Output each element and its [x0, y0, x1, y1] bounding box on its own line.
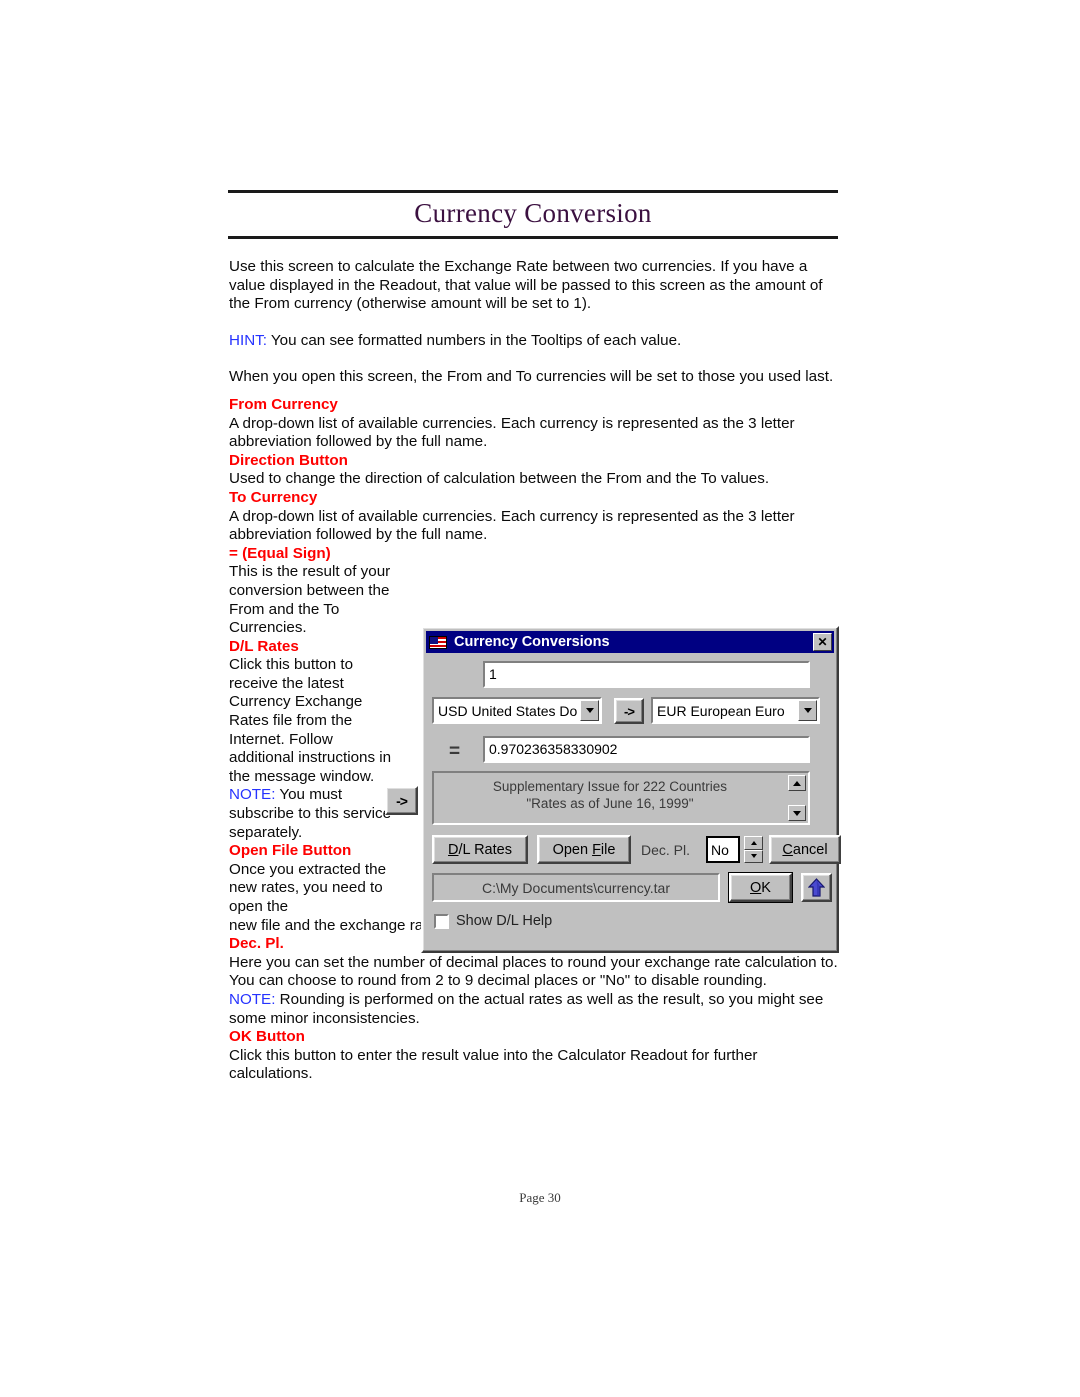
- term-from-currency: From Currency: [229, 395, 338, 413]
- hint-text: You can see formatted numbers in the Too…: [266, 331, 682, 349]
- up-arrow-icon: [808, 877, 825, 897]
- note-text-dec: Rounding is performed on the actual rate…: [229, 990, 824, 1027]
- term-direction-button-text: Used to change the direction of calculat…: [229, 470, 770, 488]
- us-flag-icon: [429, 635, 447, 649]
- open-file-button[interactable]: Open File: [537, 835, 631, 864]
- spinner-up-icon[interactable]: [744, 836, 763, 850]
- dec-pl-input[interactable]: No: [706, 836, 740, 863]
- show-dl-help-row[interactable]: Show D/L Help: [434, 913, 552, 929]
- note-label-dec: NOTE:: [229, 990, 276, 1008]
- currency-conversions-dialog: Currency Conversions ✕ 1 USD United Stat…: [421, 626, 841, 953]
- scroll-up-icon[interactable]: [788, 775, 806, 791]
- dec-pl-label: Dec. Pl.: [641, 842, 691, 858]
- page-title: Currency Conversion: [414, 198, 652, 228]
- ok-label: K: [761, 879, 771, 896]
- up-arrow-button[interactable]: [801, 873, 832, 902]
- page-footer: Page 30: [519, 1190, 561, 1205]
- open-screen-paragraph: When you open this screen, the From and …: [229, 368, 834, 386]
- term-dec-pl-text: Here you can set the number of decimal p…: [229, 953, 838, 990]
- ok-button[interactable]: OK: [728, 872, 793, 903]
- to-currency-value: EUR European Euro: [657, 702, 785, 719]
- term-equal-sign: = (Equal Sign): [229, 544, 331, 562]
- open-file-label-rest: ile: [600, 841, 616, 858]
- message-window[interactable]: Supplementary Issue for 222 Countries "R…: [432, 771, 810, 825]
- currency-row: USD United States Do -> EUR European Eur…: [432, 697, 832, 726]
- scroll-down-icon[interactable]: [788, 805, 806, 821]
- page-title-block: Currency Conversion: [228, 190, 838, 240]
- dialog-title: Currency Conversions: [454, 634, 610, 650]
- term-ok-button: OK Button: [229, 1028, 305, 1046]
- hint-paragraph: HINT: You can see formatted numbers in t…: [229, 332, 841, 351]
- dec-pl-spinner[interactable]: [744, 836, 763, 863]
- result-output[interactable]: 0.970236358330902: [483, 736, 810, 763]
- dl-rates-button[interactable]: D/L Rates: [432, 835, 528, 864]
- show-dl-help-checkbox[interactable]: [434, 913, 449, 929]
- close-icon[interactable]: ✕: [813, 633, 832, 651]
- dl-rates-label: /L Rates: [458, 841, 512, 858]
- term-direction-button: Direction Button: [229, 451, 348, 469]
- spinner-down-icon[interactable]: [744, 849, 763, 863]
- from-currency-dropdown[interactable]: USD United States Do: [432, 697, 602, 724]
- document-page: Currency Conversion Use this screen to c…: [0, 0, 1080, 1397]
- equals-label: =: [449, 741, 461, 762]
- hint-label: HINT:: [229, 331, 267, 349]
- term-equal-sign-text: This is the result of your conversion be…: [229, 563, 391, 637]
- cancel-accel: C: [782, 841, 793, 858]
- term-dec-pl-note: NOTE: Rounding is performed on the actua…: [229, 991, 841, 1028]
- term-open-file-text-1: Once you extracted the new rates, you ne…: [229, 860, 387, 915]
- floating-direction-arrow-button[interactable]: ->: [385, 786, 418, 815]
- message-line-1: Supplementary Issue for 222 Countries: [492, 779, 728, 794]
- dl-rates-accel: D: [448, 841, 459, 858]
- term-ok-button-text: Click this button to enter the result va…: [229, 1046, 758, 1083]
- title-rule-bottom: [228, 236, 838, 240]
- term-from-currency-text: A drop-down list of available currencies…: [229, 414, 795, 451]
- dialog-titlebar: Currency Conversions ✕: [426, 631, 834, 653]
- open-file-accel: F: [592, 841, 601, 858]
- chevron-down-icon[interactable]: [580, 700, 599, 721]
- note-label-dl: NOTE:: [229, 786, 276, 804]
- amount-input[interactable]: 1: [483, 661, 810, 688]
- chevron-down-icon[interactable]: [798, 700, 817, 721]
- term-to-currency-text: A drop-down list of available currencies…: [229, 507, 795, 544]
- term-dl-rates-note: NOTE: You must subscribe to this service…: [229, 786, 399, 842]
- term-to-currency: To Currency: [229, 488, 318, 506]
- direction-button[interactable]: ->: [614, 698, 644, 724]
- term-dl-rates-text: Click this button to receive the latest …: [229, 656, 392, 785]
- dialog-path-row: C:\My Documents\currency.tar OK: [432, 872, 832, 904]
- show-dl-help-label: Show D/L Help: [456, 913, 553, 929]
- open-file-label-pre: Open: [552, 841, 593, 858]
- cancel-label: ancel: [792, 841, 828, 858]
- to-currency-dropdown[interactable]: EUR European Euro: [651, 697, 820, 724]
- scroll-track[interactable]: [788, 791, 806, 805]
- from-currency-value: USD United States Do: [438, 702, 578, 719]
- intro-paragraph: Use this screen to calculate the Exchang…: [229, 258, 823, 313]
- file-path-field[interactable]: C:\My Documents\currency.tar: [432, 873, 720, 902]
- dialog-button-row: D/L Rates Open File Dec. Pl. No Cancel: [432, 835, 841, 866]
- message-scrollbar[interactable]: [788, 775, 806, 821]
- cancel-button[interactable]: Cancel: [769, 835, 841, 864]
- ok-accel: O: [750, 879, 762, 896]
- message-line-2: "Rates as of June 16, 1999": [526, 796, 694, 811]
